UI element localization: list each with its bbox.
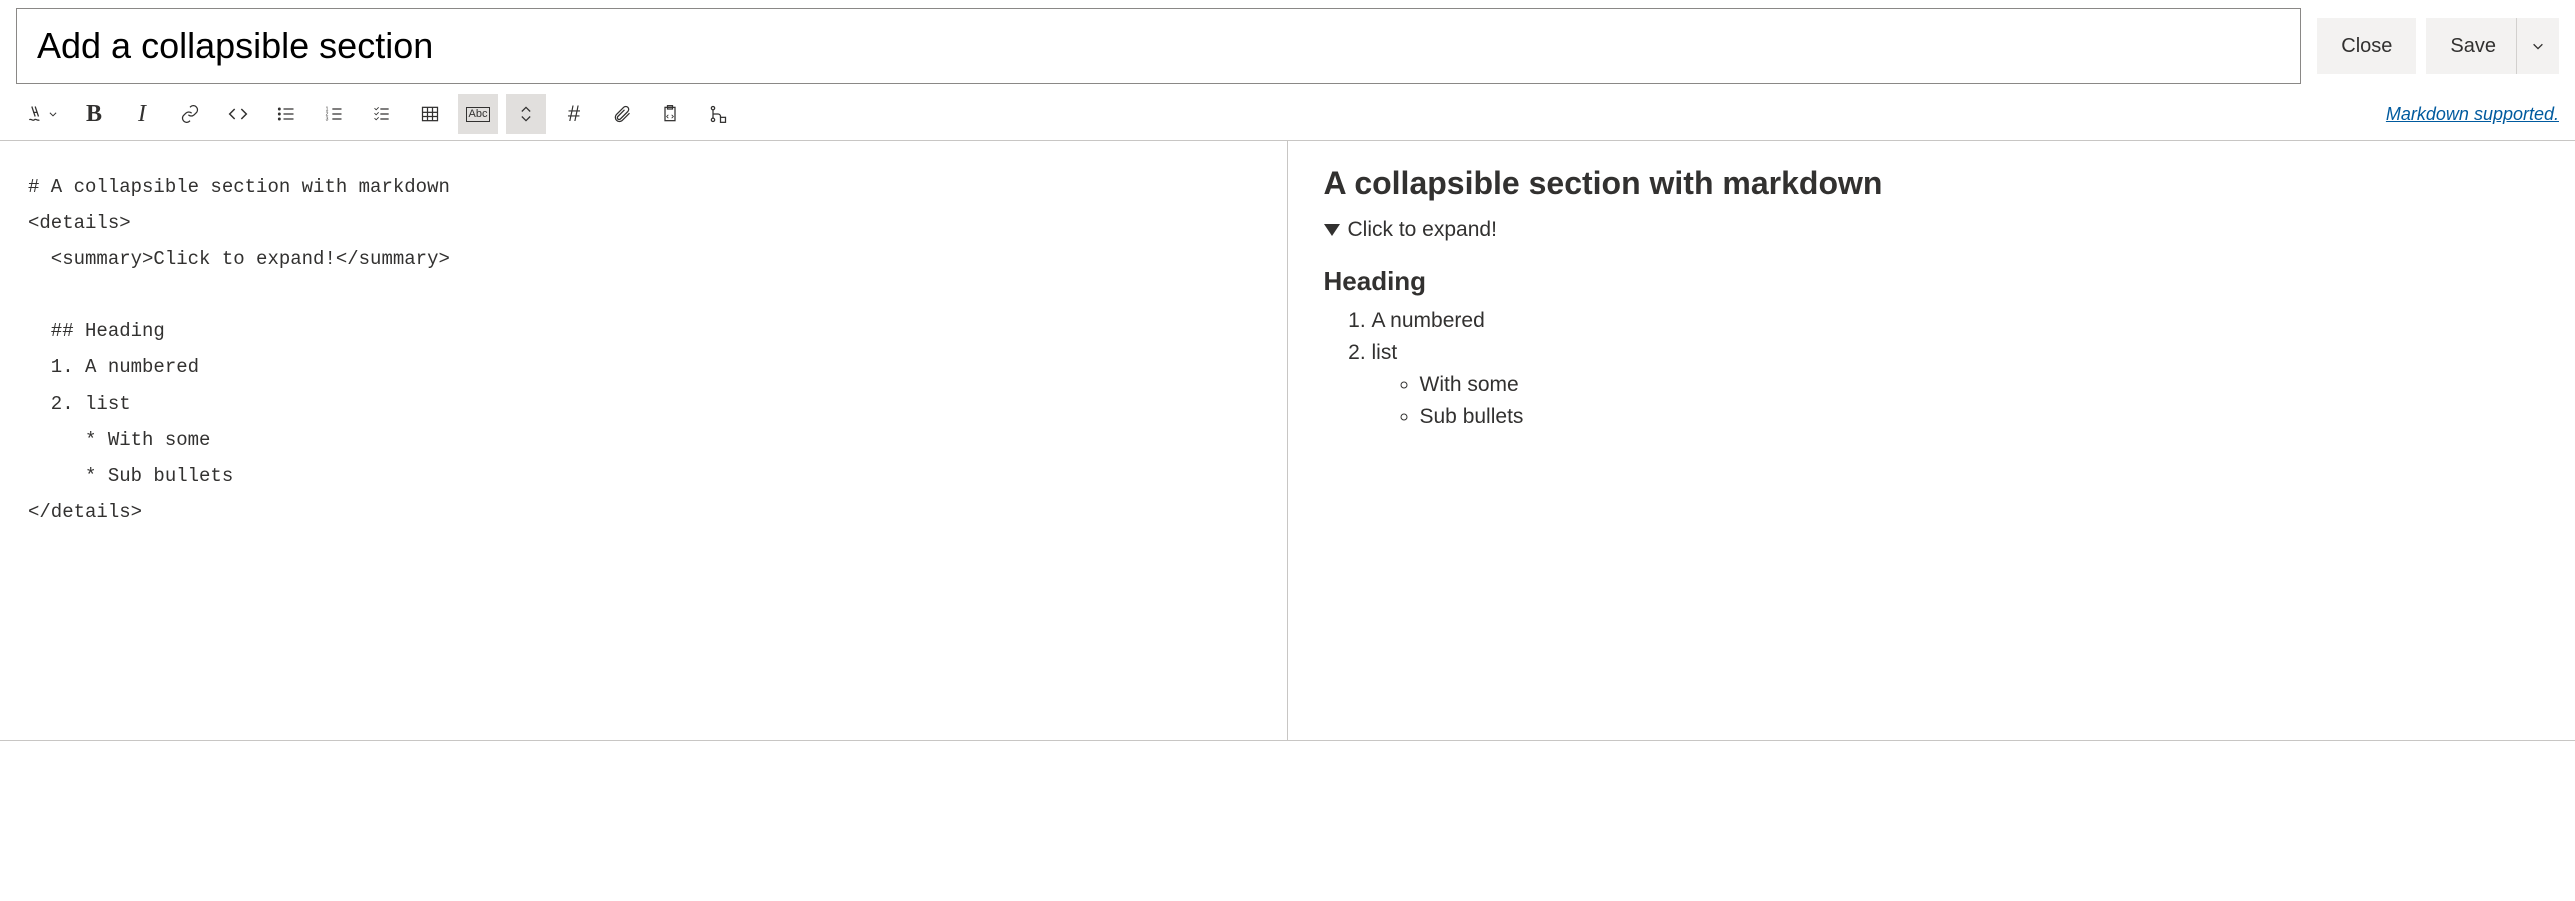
bullet-list-button[interactable] [266, 94, 306, 134]
code-icon [228, 104, 248, 124]
bold-icon: B [86, 101, 102, 128]
branch-icon [708, 104, 728, 124]
hash-icon: # [568, 101, 580, 127]
clipboard-code-icon [660, 104, 680, 124]
preview-heading-2: Heading [1324, 266, 2540, 297]
markdown-editor[interactable]: # A collapsible section with markdown <d… [0, 141, 1288, 740]
svg-text:3: 3 [326, 117, 329, 123]
preview-sub-list: With some Sub bullets [1372, 373, 2540, 429]
checklist-button[interactable] [362, 94, 402, 134]
numbered-list-button[interactable]: 1 2 3 [314, 94, 354, 134]
list-item: With some [1420, 373, 2540, 397]
list-item: list With some Sub bullets [1372, 341, 2540, 429]
close-button[interactable]: Close [2317, 18, 2416, 74]
preview-heading-1: A collapsible section with markdown [1324, 165, 2540, 202]
markdown-supported-link[interactable]: Markdown supported. [2386, 104, 2559, 125]
link-icon [180, 104, 200, 124]
collapsible-summary[interactable]: Click to expand! [1324, 218, 2540, 242]
save-button[interactable]: Save [2426, 18, 2517, 74]
formatting-toolbar: B I [18, 94, 738, 134]
chevron-down-icon [48, 109, 58, 119]
mention-button[interactable]: Abc [458, 94, 498, 134]
checklist-icon [372, 104, 392, 124]
bullet-list-icon [276, 104, 296, 124]
triangle-down-icon [1324, 224, 1340, 236]
summary-text: Click to expand! [1348, 218, 1497, 242]
preview-ordered-list: A numbered list With some Sub bullets [1324, 309, 2540, 429]
title-input[interactable] [16, 8, 2301, 84]
attachment-button[interactable] [602, 94, 642, 134]
link-button[interactable] [170, 94, 210, 134]
text-style-dropdown[interactable] [18, 94, 66, 134]
clipboard-code-button[interactable] [650, 94, 690, 134]
paperclip-icon [612, 104, 632, 124]
markdown-preview: A collapsible section with markdown Clic… [1288, 141, 2575, 740]
list-item-text: list [1372, 341, 1398, 364]
italic-icon: I [138, 101, 146, 128]
abc-icon: Abc [466, 107, 491, 122]
table-icon [420, 104, 440, 124]
collapsible-icon [516, 104, 536, 124]
text-style-icon [26, 104, 46, 124]
list-item: Sub bullets [1420, 405, 2540, 429]
hash-button[interactable]: # [554, 94, 594, 134]
table-button[interactable] [410, 94, 450, 134]
list-item: A numbered [1372, 309, 2540, 333]
code-button[interactable] [218, 94, 258, 134]
collapsible-button[interactable] [506, 94, 546, 134]
save-dropdown-button[interactable] [2517, 18, 2559, 74]
chevron-down-icon [2531, 39, 2545, 53]
numbered-list-icon: 1 2 3 [324, 104, 344, 124]
bold-button[interactable]: B [74, 94, 114, 134]
branch-link-button[interactable] [698, 94, 738, 134]
italic-button[interactable]: I [122, 94, 162, 134]
